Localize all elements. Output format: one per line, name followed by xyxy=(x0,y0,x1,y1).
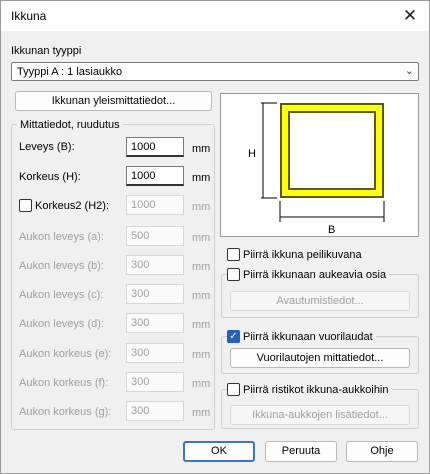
height2-checkbox[interactable] xyxy=(19,199,32,212)
opening-height-e-input: 300 xyxy=(126,343,184,363)
window-type-select[interactable]: Tyyppi A : 1 lasiaukko ⌄ xyxy=(11,62,419,81)
b-dimension-label: B xyxy=(328,224,335,236)
chevron-down-icon: ⌄ xyxy=(404,65,414,77)
opening-height-f-label: Aukon korkeus (f): xyxy=(19,377,109,389)
unit-label: mm xyxy=(192,143,211,155)
opening-height-e-label: Aukon korkeus (e): xyxy=(19,348,112,360)
window-type-value: Tyyppi A : 1 lasiaukko xyxy=(17,66,123,78)
window-preview-drawing: H B xyxy=(248,102,385,236)
opening-parts-label: Piirrä ikkunaan aukeavia osia xyxy=(240,269,390,281)
unit-label: mm xyxy=(192,378,211,390)
unit-label: mm xyxy=(192,407,211,419)
unit-label: mm xyxy=(192,290,211,302)
title-bar: Ikkuna ✕ xyxy=(1,1,429,31)
close-icon[interactable]: ✕ xyxy=(399,5,421,27)
height-h-input[interactable]: 1000 xyxy=(126,166,184,186)
grid-label: Piirrä ristikot ikkuna-aukkoihin xyxy=(240,384,392,396)
opening-width-c-input: 300 xyxy=(126,284,184,304)
opening-width-a-input: 500 xyxy=(126,226,184,246)
help-button[interactable]: Ohje xyxy=(346,441,418,462)
opening-width-b-input: 300 xyxy=(126,255,184,275)
general-dimensions-button[interactable]: Ikkunan yleismittatiedot... xyxy=(15,91,212,111)
opening-height-g-input: 300 xyxy=(126,401,184,421)
unit-label: mm xyxy=(192,172,211,184)
window-preview: H B xyxy=(220,93,419,237)
opening-parts-checkbox[interactable] xyxy=(227,268,240,281)
ok-button[interactable]: OK xyxy=(183,441,255,462)
grid-checkbox[interactable] xyxy=(227,383,240,396)
unit-label: mm xyxy=(192,349,211,361)
window-dialog: Ikkuna ✕ Ikkunan tyyppi Tyyppi A : 1 las… xyxy=(0,0,430,474)
opening-width-d-label: Aukon leveys (d): xyxy=(19,318,104,330)
height2-input: 1000 xyxy=(126,195,184,215)
window-glass xyxy=(290,113,374,188)
unit-label: mm xyxy=(192,232,211,244)
unit-label: mm xyxy=(192,261,211,273)
window-title: Ikkuna xyxy=(11,9,47,23)
unit-label: mm xyxy=(192,319,211,331)
width-b-label: Leveys (B): xyxy=(19,141,75,153)
opening-width-c-label: Aukon leveys (c): xyxy=(19,289,104,301)
h-dimension-label: H xyxy=(248,148,256,160)
height2-label: Korkeus2 (H2): xyxy=(35,200,109,212)
window-type-label: Ikkunan tyyppi xyxy=(11,45,82,57)
opening-height-g-label: Aukon korkeus (g): xyxy=(19,406,112,418)
width-b-input[interactable]: 1000 xyxy=(126,137,184,157)
sills-dimensions-button[interactable]: Vuorilautojen mittatiedot... xyxy=(230,348,410,368)
mirror-label: Piirrä ikkuna peilikuvana xyxy=(243,249,362,261)
opening-width-d-input: 300 xyxy=(126,313,184,333)
dimensions-group-title: Mittatiedot, ruudutus xyxy=(17,119,123,131)
cancel-button[interactable]: Peruuta xyxy=(265,441,337,462)
height-h-label: Korkeus (H): xyxy=(19,171,81,183)
opening-details-button: Avautumistiedot... xyxy=(230,291,410,311)
sills-checkbox[interactable]: ✓ xyxy=(227,330,240,343)
unit-label: mm xyxy=(192,201,211,213)
sills-label: Piirrä ikkunaan vuorilaudat xyxy=(240,331,376,343)
opening-height-f-input: 300 xyxy=(126,372,184,392)
opening-width-b-label: Aukon leveys (b): xyxy=(19,260,104,272)
mirror-checkbox[interactable] xyxy=(227,248,240,261)
opening-extra-details-button: Ikkuna-aukkojen lisätiedot... xyxy=(230,405,410,425)
opening-width-a-label: Aukon leveys (a): xyxy=(19,231,104,243)
